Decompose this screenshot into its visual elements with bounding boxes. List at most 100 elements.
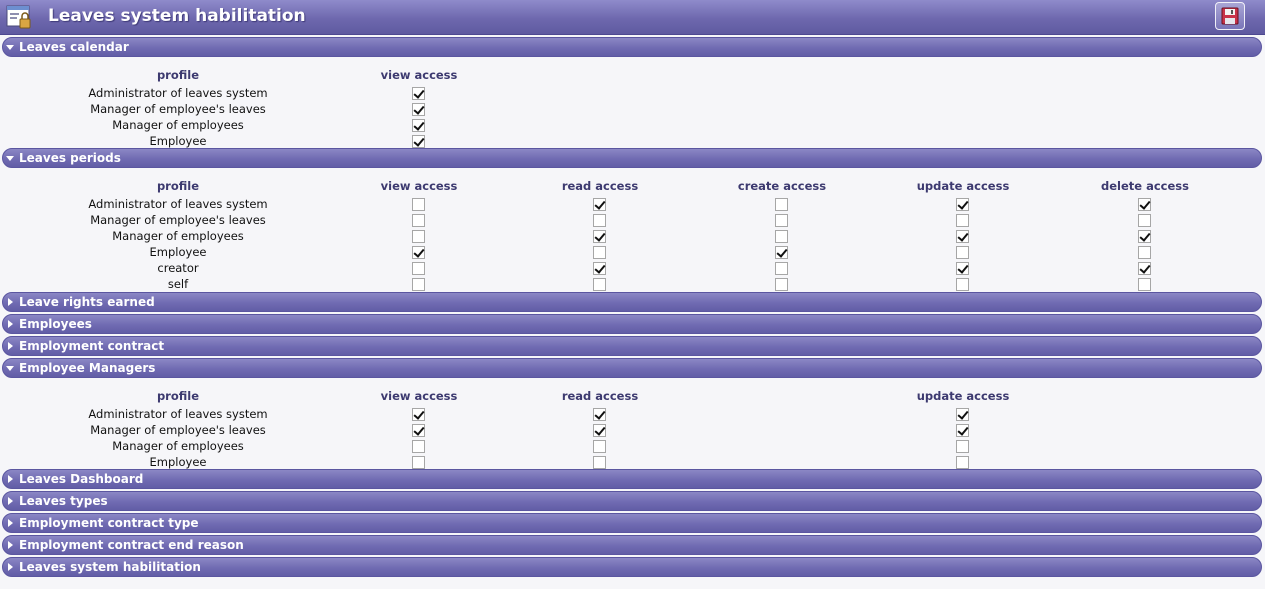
profile-label: Manager of employee's leaves [90,423,266,437]
view-access-checkbox[interactable] [412,230,425,243]
read-access-checkbox[interactable] [593,230,606,243]
update-access-checkbox[interactable] [956,214,969,227]
expanded-triangle-icon [6,156,14,161]
page-title: Leaves system habilitation [48,6,306,26]
view-access-checkbox[interactable] [412,440,425,453]
view-access-checkbox[interactable] [412,103,425,116]
section-header-employee-managers[interactable]: Employee Managers [2,358,1262,378]
column-header-profile: profile [156,389,200,403]
view-access-checkbox[interactable] [412,214,425,227]
app-window-lock-icon [6,4,32,30]
view-access-checkbox[interactable] [412,456,425,469]
update-access-checkbox[interactable] [956,424,969,437]
view-access-checkbox[interactable] [412,408,425,421]
section-header-leaves-types[interactable]: Leaves types [2,491,1262,511]
profile-label: Manager of employee's leaves [90,102,266,116]
profile-label: Administrator of leaves system [88,407,268,421]
collapsed-triangle-icon [8,563,13,571]
section-header-employment-contract-end-reason[interactable]: Employment contract end reason [2,535,1262,555]
create-access-checkbox[interactable] [775,198,788,211]
profile-label: creator [157,261,199,275]
delete-access-checkbox[interactable] [1138,262,1151,275]
update-access-checkbox[interactable] [956,456,969,469]
column-header-read: read access [561,389,639,403]
collapsed-triangle-icon [8,497,13,505]
view-access-checkbox[interactable] [412,262,425,275]
section-label: Leave rights earned [19,295,155,309]
section-header-employment-contract-type[interactable]: Employment contract type [2,513,1262,533]
section-label: Leaves system habilitation [19,560,201,574]
profile-label: Manager of employees [112,118,244,132]
section-header-leaves-calendar[interactable]: Leaves calendar [2,37,1262,57]
column-header-view: view access [380,179,458,193]
view-access-checkbox[interactable] [412,278,425,291]
delete-access-checkbox[interactable] [1138,214,1151,227]
create-access-checkbox[interactable] [775,262,788,275]
update-access-checkbox[interactable] [956,246,969,259]
title-bar: Leaves system habilitation [0,0,1265,35]
read-access-checkbox[interactable] [593,424,606,437]
section-header-leaves-periods[interactable]: Leaves periods [2,148,1262,168]
read-access-checkbox[interactable] [593,408,606,421]
profile-label: Manager of employees [112,439,244,453]
read-access-checkbox[interactable] [593,198,606,211]
profile-label: Employee [149,245,207,259]
column-header-profile: profile [156,179,200,193]
section-header-leave-rights-earned[interactable]: Leave rights earned [2,292,1262,312]
delete-access-checkbox[interactable] [1138,230,1151,243]
profile-label: Administrator of leaves system [88,86,268,100]
create-access-checkbox[interactable] [775,230,788,243]
view-access-checkbox[interactable] [412,87,425,100]
update-access-checkbox[interactable] [956,440,969,453]
delete-access-checkbox[interactable] [1138,278,1151,291]
delete-access-checkbox[interactable] [1138,198,1151,211]
update-access-checkbox[interactable] [956,408,969,421]
section-header-leaves-system-habilitation[interactable]: Leaves system habilitation [2,557,1262,577]
read-access-checkbox[interactable] [593,246,606,259]
read-access-checkbox[interactable] [593,214,606,227]
view-access-checkbox[interactable] [412,246,425,259]
create-access-checkbox[interactable] [775,246,788,259]
profile-label: self [167,277,189,291]
view-access-checkbox[interactable] [412,135,425,148]
read-access-checkbox[interactable] [593,456,606,469]
section-label: Employment contract end reason [19,538,244,552]
profile-label: Manager of employee's leaves [90,213,266,227]
delete-access-checkbox[interactable] [1138,246,1151,259]
section-label: Leaves types [19,494,108,508]
create-access-checkbox[interactable] [775,278,788,291]
section-label: Employment contract type [19,516,199,530]
section-label: Leaves periods [19,151,121,165]
create-access-checkbox[interactable] [775,214,788,227]
read-access-checkbox[interactable] [593,278,606,291]
update-access-checkbox[interactable] [956,198,969,211]
view-access-checkbox[interactable] [412,198,425,211]
section-header-employees[interactable]: Employees [2,314,1262,334]
read-access-checkbox[interactable] [593,440,606,453]
column-header-update: update access [916,179,1010,193]
column-header-create: create access [737,179,827,193]
section-header-leaves-dashboard[interactable]: Leaves Dashboard [2,469,1262,489]
column-header-delete: delete access [1101,179,1189,193]
update-access-checkbox[interactable] [956,262,969,275]
collapsed-triangle-icon [8,519,13,527]
view-access-checkbox[interactable] [412,119,425,132]
profile-label: Administrator of leaves system [88,197,268,211]
update-access-checkbox[interactable] [956,278,969,291]
section-header-employment-contract[interactable]: Employment contract [2,336,1262,356]
column-header-update: update access [916,389,1010,403]
collapsed-triangle-icon [8,320,13,328]
read-access-checkbox[interactable] [593,262,606,275]
collapsed-triangle-icon [8,298,13,306]
save-button[interactable] [1215,2,1245,30]
column-header-view: view access [380,68,458,82]
section-label: Leaves Dashboard [19,472,144,486]
profile-label: Manager of employees [112,229,244,243]
view-access-checkbox[interactable] [412,424,425,437]
expanded-triangle-icon [6,45,14,50]
section-label: Employee Managers [19,361,156,375]
column-header-profile: profile [156,68,200,82]
column-header-read: read access [561,179,639,193]
collapsed-triangle-icon [8,342,13,350]
update-access-checkbox[interactable] [956,230,969,243]
